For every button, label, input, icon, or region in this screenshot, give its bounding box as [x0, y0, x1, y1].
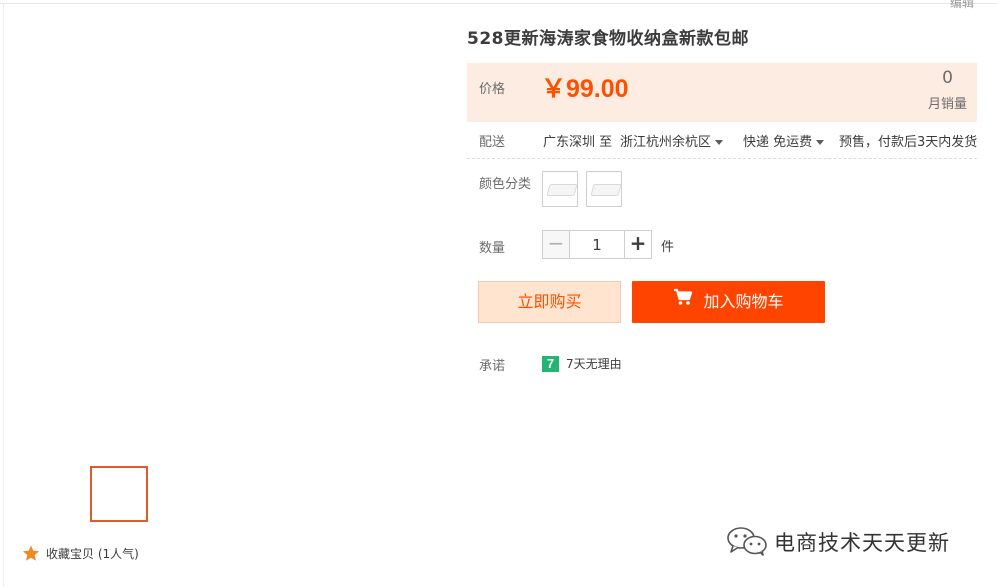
monthly-sales-label: 月销量 [927, 97, 967, 112]
caret-down-icon [816, 140, 825, 145]
frame-left-border [3, 3, 4, 587]
add-to-cart-label: 加入购物车 [703, 292, 784, 311]
gallery-thumbnail[interactable] [90, 466, 148, 522]
shipping-origin: 广东深圳 至 [543, 135, 613, 150]
shipping-label: 配送 [479, 135, 506, 150]
frame-top-border [0, 3, 997, 4]
product-thumbnail-icon [546, 184, 578, 196]
price-label: 价格 [479, 82, 506, 97]
product-thumbnail-icon [590, 184, 622, 196]
shipping-row: 配送 广东深圳 至 浙江杭州余杭区 快递 免运费 预售，付款后3天内发货 [467, 125, 977, 159]
seven-day-return-icon: 7 [542, 356, 559, 372]
sku-option-1[interactable] [542, 171, 578, 207]
shipping-note: 预售，付款后3天内发货 [839, 135, 978, 150]
sku-label: 颜色分类 [479, 177, 532, 192]
shipping-destination-select[interactable]: 浙江杭州余杭区 [620, 131, 724, 150]
wechat-icon [725, 526, 769, 560]
caret-down-icon [715, 140, 724, 145]
quantity-label: 数量 [479, 241, 506, 256]
favorite-link[interactable]: 收藏宝贝 (1人气) [46, 545, 139, 562]
shipping-destination-text: 浙江杭州余杭区 [620, 135, 712, 150]
price-panel: 价格 ￥99.00 0 月销量 [467, 63, 977, 122]
promise-label: 承诺 [479, 359, 506, 374]
edit-link[interactable]: 编辑 [950, 0, 974, 11]
promise-text[interactable]: 7天无理由 [566, 355, 622, 372]
quantity-unit: 件 [661, 240, 675, 255]
watermark-text: 电商技术天天更新 [774, 531, 950, 555]
monthly-sales-count: 0 [942, 68, 953, 88]
quantity-decrease-button[interactable]: − [542, 230, 570, 259]
shipping-method-text: 快递 免运费 [743, 135, 813, 150]
quantity-increase-button[interactable]: + [624, 230, 652, 259]
quantity-input[interactable]: 1 [569, 230, 625, 259]
sku-option-2[interactable] [586, 171, 622, 207]
price-value: ￥99.00 [541, 75, 629, 103]
buy-now-button[interactable]: 立即购买 [478, 281, 621, 323]
star-icon[interactable] [22, 545, 40, 566]
add-to-cart-button[interactable]: 加入购物车 [632, 281, 825, 323]
shopping-cart-icon [673, 280, 693, 322]
shipping-method-select[interactable]: 快递 免运费 [743, 131, 825, 150]
product-title: 528更新海涛家食物收纳盒新款包邮 [467, 29, 749, 49]
